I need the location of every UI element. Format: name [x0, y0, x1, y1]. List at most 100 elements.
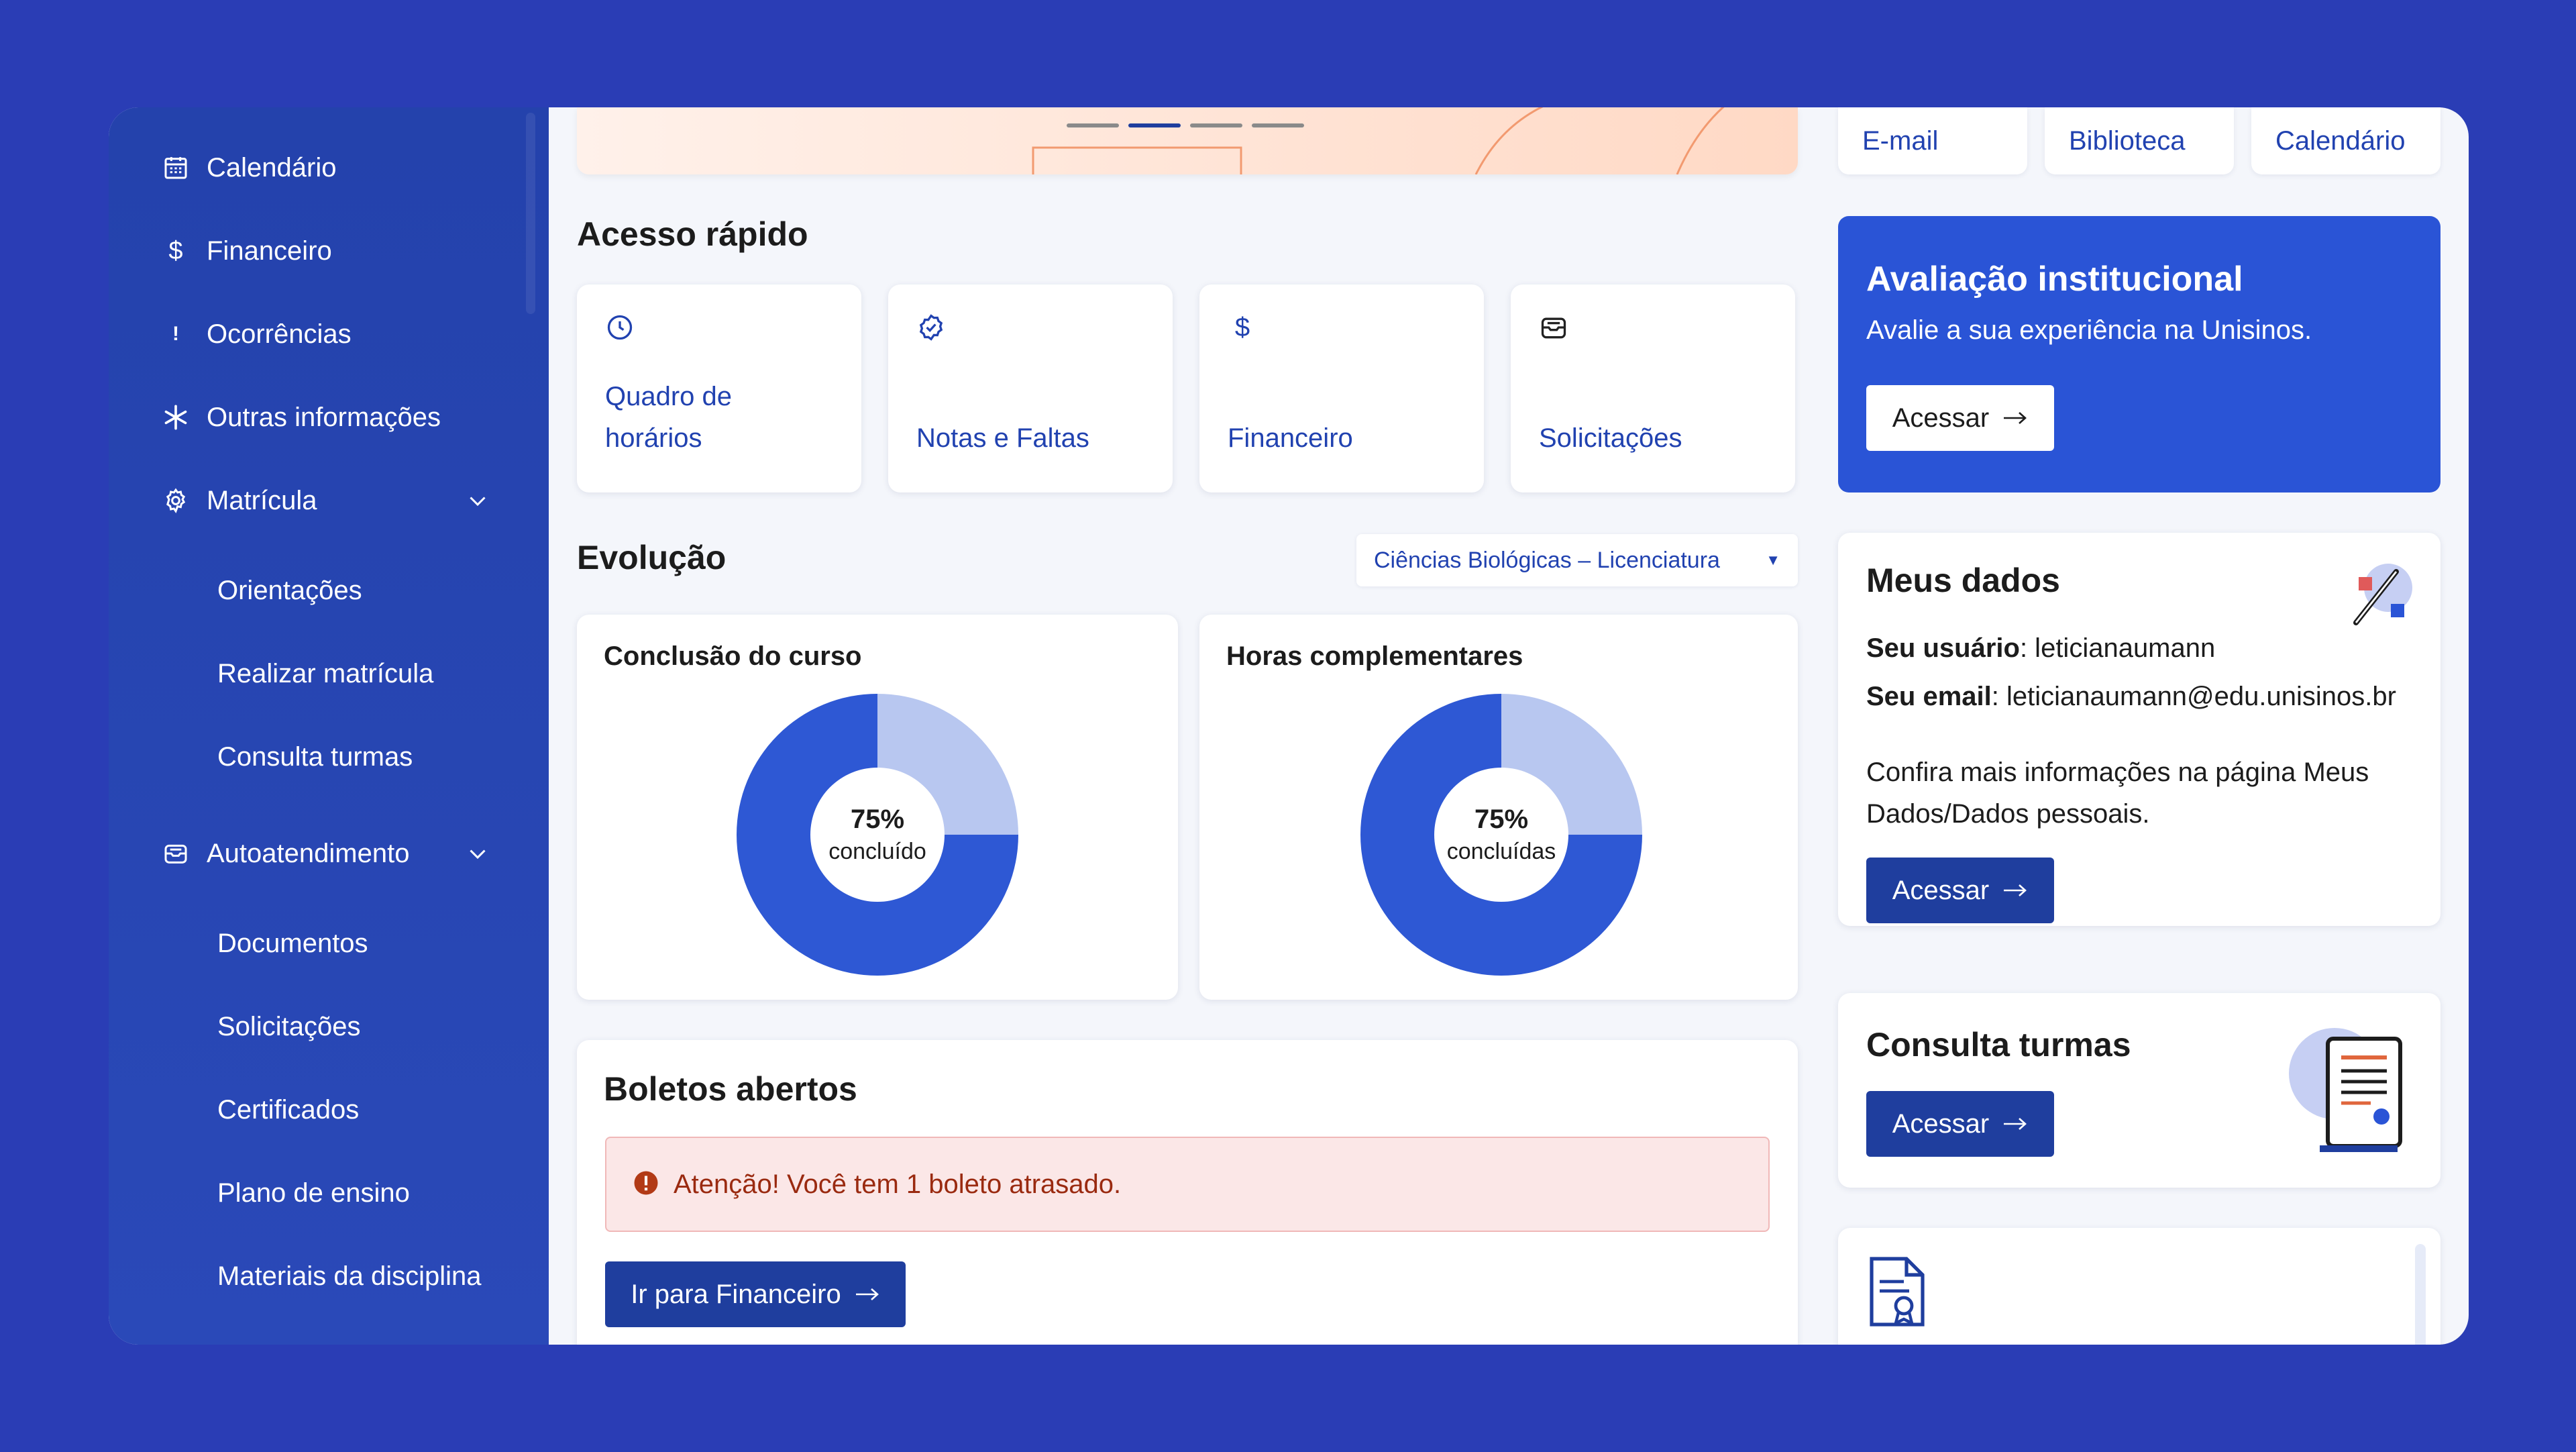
banner-carousel[interactable] [577, 107, 1798, 174]
top-link-label: Calendário [2275, 125, 2406, 156]
sidebar: Calendário $ Financeiro ! Ocorrências Ou… [109, 107, 549, 1345]
button-label: Acessar [1892, 875, 1990, 905]
consulta-turmas-acessar-button[interactable]: Acessar [1866, 1091, 2054, 1157]
chart-card-conclusao: Conclusão do curso 75% concluído [577, 615, 1178, 1000]
sidebar-subitem-label: Plano de ensino [217, 1178, 410, 1208]
document-certificate-icon [1870, 1257, 1925, 1327]
dollar-icon: $ [1234, 312, 1250, 342]
course-select[interactable]: Ciências Biológicas – Licenciatura ▼ [1356, 534, 1798, 586]
sidebar-item-calendario[interactable]: Calendário [160, 148, 336, 188]
donut-percent: 75% [1474, 805, 1529, 834]
field-value: : leticianaumann [2019, 633, 2216, 663]
chevron-down-icon[interactable] [464, 840, 491, 867]
quick-access-notas-faltas[interactable]: Notas e Faltas [888, 284, 1173, 492]
field-label: Seu usuário [1866, 633, 2020, 663]
carousel-dot-active[interactable] [1128, 123, 1181, 127]
quick-access-label-line: horários [605, 423, 702, 453]
sidebar-item-matricula[interactable]: Matrícula [160, 480, 317, 521]
quick-access-label: Solicitações [1539, 423, 1682, 453]
chart-card-horas: Horas complementares 75% concluídas [1199, 615, 1798, 1000]
meus-dados-acessar-button[interactable]: Acessar [1866, 858, 2054, 923]
donut-center: 75% concluído [810, 768, 945, 902]
sidebar-subitem-certificados[interactable]: Certificados [217, 1090, 359, 1130]
calendar-icon [160, 152, 192, 184]
sidebar-item-label: Financeiro [207, 236, 332, 266]
ir-para-financeiro-button[interactable]: Ir para Financeiro [605, 1261, 906, 1327]
button-label: Acessar [1892, 1108, 1990, 1139]
donut-percent: 75% [850, 805, 905, 834]
quick-access-financeiro[interactable]: $ Financeiro [1199, 284, 1484, 492]
sidebar-item-financeiro[interactable]: $ Financeiro [160, 231, 332, 271]
banner-decoration [1032, 107, 1725, 174]
meus-dados-title: Meus dados [1866, 562, 2060, 599]
inbox-icon [160, 837, 192, 870]
alert-message: Atenção! Você tem 1 boleto atrasado. [674, 1169, 1122, 1199]
arrow-right-icon [2002, 882, 2028, 898]
sidebar-subitem-documentos[interactable]: Documentos [217, 923, 368, 964]
sidebar-subitem-label: Consulta turmas [217, 741, 413, 772]
boletos-title: Boletos abertos [604, 1070, 857, 1108]
caret-down-icon: ▼ [1766, 552, 1780, 568]
check-badge-icon [915, 311, 947, 344]
inbox-icon [1538, 311, 1570, 344]
sidebar-subitem-consulta-turmas[interactable]: Consulta turmas [217, 737, 413, 777]
card-scrollbar[interactable] [2415, 1244, 2426, 1345]
sidebar-item-ocorrencias[interactable]: ! Ocorrências [160, 314, 352, 354]
sidebar-subitem-realizar-matricula[interactable]: Realizar matrícula [217, 654, 433, 694]
quick-access-label: Notas e Faltas [916, 423, 1089, 453]
chart-title: Horas complementares [1226, 641, 1523, 671]
sidebar-subitem-orientacoes[interactable]: Orientações [217, 570, 362, 611]
sidebar-item-autoatendimento[interactable]: Autoatendimento [160, 833, 409, 874]
sidebar-subitem-label: Materiais da disciplina [217, 1261, 482, 1291]
arrow-right-icon [855, 1286, 880, 1302]
donut-caption: concluído [828, 839, 926, 864]
sidebar-scrollbar[interactable] [526, 113, 535, 314]
gear-icon [160, 484, 192, 517]
quick-access-quadro-horarios[interactable]: Quadro de horários [577, 284, 861, 492]
top-link-label: Biblioteca [2069, 125, 2186, 156]
chevron-down-icon[interactable] [464, 487, 491, 514]
avaliacao-acessar-button[interactable]: Acessar [1866, 385, 2054, 451]
carousel-dot[interactable] [1067, 123, 1119, 127]
avaliacao-subtitle: Avalie a sua experiência na Unisinos. [1866, 315, 2312, 345]
button-label: Acessar [1892, 403, 1990, 433]
course-select-value: Ciências Biológicas – Licenciatura [1374, 547, 1720, 573]
quick-access-label: Quadro de horários [605, 376, 732, 459]
sidebar-subitem-label: Certificados [217, 1094, 360, 1125]
sidebar-subitem-plano-de-ensino[interactable]: Plano de ensino [217, 1173, 410, 1213]
app-window: Calendário $ Financeiro ! Ocorrências Ou… [109, 107, 2469, 1345]
certificate-illustration [2289, 1028, 2402, 1152]
top-link-email[interactable]: E-mail [1838, 107, 2027, 174]
carousel-dot[interactable] [1252, 123, 1304, 127]
donut-caption: concluídas [1446, 839, 1556, 864]
carousel-dot[interactable] [1190, 123, 1242, 127]
quick-access-solicitacoes[interactable]: Solicitações [1511, 284, 1795, 492]
top-link-calendario[interactable]: Calendário [2251, 107, 2440, 174]
avaliacao-card: Avaliação institucional Avalie a sua exp… [1838, 216, 2440, 492]
arrow-right-icon [2002, 410, 2028, 426]
clock-icon [604, 311, 636, 344]
sidebar-subitem-solicitacoes[interactable]: Solicitações [217, 1006, 360, 1047]
field-label: Seu email [1866, 682, 1992, 711]
evolucao-title: Evolução [577, 539, 727, 576]
sidebar-subitem-materiais[interactable]: Materiais da disciplina [217, 1256, 482, 1296]
meus-dados-card: Meus dados Seu usuário: leticianaumann S… [1838, 533, 2440, 926]
overdue-alert: Atenção! Você tem 1 boleto atrasado. [605, 1137, 1770, 1232]
quick-access-label: Financeiro [1228, 423, 1353, 453]
sidebar-item-label: Ocorrências [207, 319, 352, 349]
donut-center: 75% concluídas [1434, 768, 1568, 902]
sidebar-item-outras-informacoes[interactable]: Outras informações [160, 397, 441, 437]
top-link-biblioteca[interactable]: Biblioteca [2045, 107, 2234, 174]
meus-dados-info: Confira mais informações na página Meus … [1866, 758, 2369, 829]
consulta-turmas-card: Consulta turmas Acessar [1838, 993, 2440, 1188]
document-card[interactable] [1838, 1228, 2440, 1345]
sidebar-subitem-label: Solicitações [217, 1011, 361, 1041]
quick-access-title: Acesso rápido [577, 215, 808, 253]
sidebar-subitem-label: Realizar matrícula [217, 658, 434, 688]
sidebar-item-label: Autoatendimento [207, 838, 410, 868]
dollar-icon: $ [168, 236, 183, 265]
sidebar-item-label: Calendário [207, 152, 337, 183]
avaliacao-title: Avaliação institucional [1866, 260, 2243, 299]
field-value: : leticianaumann@edu.unisinos.br [1991, 682, 2396, 711]
chart-title: Conclusão do curso [604, 641, 862, 671]
